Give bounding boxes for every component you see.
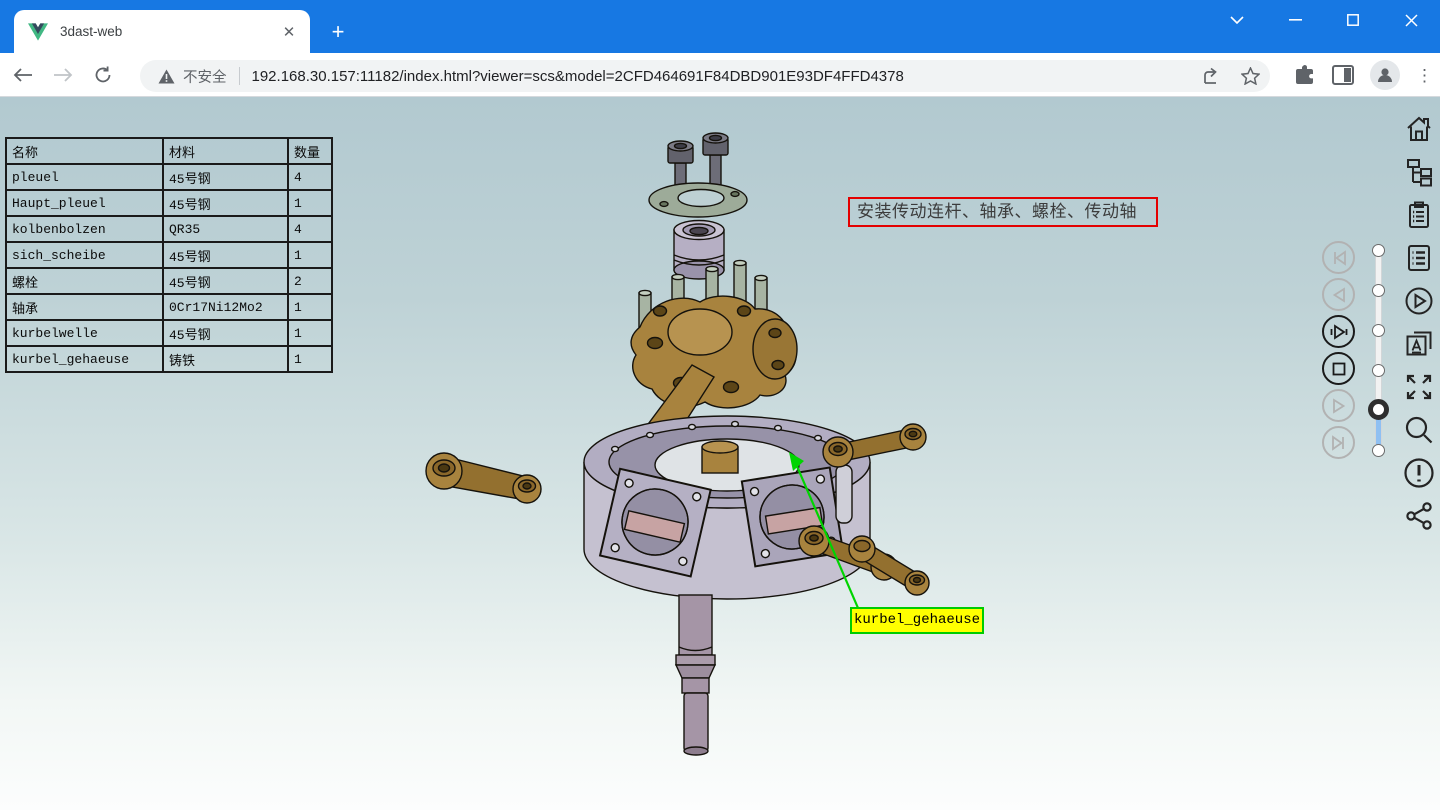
step-slider[interactable] [1366, 247, 1390, 457]
annotation-a-icon[interactable] [1401, 328, 1437, 360]
menu-kebab-icon[interactable]: ⋮ [1416, 73, 1432, 78]
drive-shaft [676, 595, 715, 755]
new-tab-button[interactable]: + [324, 18, 352, 46]
extensions-puzzle-icon[interactable] [1294, 64, 1316, 86]
titlebar: 3dast-web ✕ + [0, 0, 1440, 53]
bom-cell-qty: 1 [288, 346, 332, 372]
omnibox-divider [239, 67, 240, 85]
bom-row: 螺栓45号钢2 [6, 268, 332, 294]
bom-row: kurbel_gehaeuse铸铁1 [6, 346, 332, 372]
profile-avatar[interactable] [1370, 60, 1400, 90]
bom-cell-qty: 2 [288, 268, 332, 294]
step-annotation: 安装传动连杆、轴承、螺栓、传动轴 [848, 197, 1158, 227]
side-panel-icon[interactable] [1332, 65, 1354, 85]
forward-button[interactable] [46, 58, 80, 92]
security-chip[interactable]: 不安全 [158, 66, 227, 87]
bom-cell-qty: 4 [288, 216, 332, 242]
browser-toolbar: 不安全 192.168.30.157:11182/index.html?view… [0, 53, 1440, 97]
play-circle-icon[interactable] [1401, 285, 1437, 317]
list-icon[interactable] [1401, 242, 1437, 274]
bom-cell-qty: 1 [288, 294, 332, 320]
browser-window: 3dast-web ✕ + [0, 0, 1440, 810]
bom-cell-material: 铸铁 [163, 346, 288, 372]
slider-stop-2[interactable] [1372, 284, 1385, 297]
bom-cell-name: 轴承 [6, 294, 163, 320]
viewer-viewport: 名称 材料 数量 pleuel45号钢4 Haupt_pleuel45号钢1 k… [0, 97, 1440, 810]
bom-cell-qty: 1 [288, 190, 332, 216]
security-label: 不安全 [183, 66, 227, 87]
bom-cell-material: 45号钢 [163, 190, 288, 216]
stop-button[interactable] [1322, 352, 1355, 385]
step-forward-button[interactable] [1322, 389, 1355, 422]
bom-row: kurbelwelle45号钢1 [6, 320, 332, 346]
bookmark-star-icon[interactable] [1241, 67, 1260, 85]
bom-cell-qty: 1 [288, 320, 332, 346]
bom-cell-name: kolbenbolzen [6, 216, 163, 242]
assembly-tree-icon[interactable] [1401, 156, 1437, 188]
bom-header-row: 名称 材料 数量 [6, 138, 332, 164]
minimize-button[interactable] [1266, 0, 1324, 40]
person-icon [1375, 65, 1395, 85]
home-icon[interactable] [1401, 113, 1437, 145]
bom-cell-name: Haupt_pleuel [6, 190, 163, 216]
bom-row: Haupt_pleuel45号钢1 [6, 190, 332, 216]
reload-button[interactable] [86, 58, 120, 92]
tab-close-icon[interactable]: ✕ [278, 21, 300, 43]
skip-to-start-button[interactable] [1322, 241, 1355, 274]
zoom-search-icon[interactable] [1401, 414, 1437, 446]
close-window-button[interactable] [1382, 0, 1440, 40]
slider-stop-1[interactable] [1372, 244, 1385, 257]
bom-cell-name: kurbel_gehaeuse [6, 346, 163, 372]
bom-row: 轴承0Cr17Ni12Mo21 [6, 294, 332, 320]
bom-cell-name: pleuel [6, 164, 163, 190]
clipboard-list-icon[interactable] [1401, 199, 1437, 231]
spider-flange [631, 296, 797, 408]
bom-header-qty: 数量 [288, 138, 332, 164]
vue-logo-icon [28, 23, 48, 41]
bom-cell-material: 45号钢 [163, 242, 288, 268]
bom-table: 名称 材料 数量 pleuel45号钢4 Haupt_pleuel45号钢1 k… [5, 137, 333, 373]
address-bar[interactable]: 不安全 192.168.30.157:11182/index.html?view… [140, 60, 1270, 92]
share-network-icon[interactable] [1401, 500, 1437, 532]
bom-cell-material: 45号钢 [163, 320, 288, 346]
washer [649, 183, 747, 217]
bom-cell-qty: 1 [288, 242, 332, 268]
warning-triangle-icon [158, 69, 175, 84]
part-label-kurbel-gehaeuse[interactable]: kurbel_gehaeuse [850, 607, 984, 634]
bom-cell-material: QR35 [163, 216, 288, 242]
maximize-button[interactable] [1324, 0, 1382, 40]
bom-cell-name: kurbelwelle [6, 320, 163, 346]
url-text[interactable]: 192.168.30.157:11182/index.html?viewer=s… [252, 68, 1194, 85]
bom-header-material: 材料 [163, 138, 288, 164]
bom-cell-name: 螺栓 [6, 268, 163, 294]
slider-stop-3[interactable] [1372, 324, 1385, 337]
tab-search-chevron-icon[interactable] [1208, 0, 1266, 40]
play-step-button[interactable] [1322, 315, 1355, 348]
fit-screen-icon[interactable] [1401, 371, 1437, 403]
share-icon[interactable] [1203, 67, 1223, 85]
slider-thumb[interactable] [1368, 399, 1389, 420]
exclamation-icon[interactable] [1401, 457, 1437, 489]
skip-to-end-button[interactable] [1322, 426, 1355, 459]
bom-row: kolbenbolzenQR354 [6, 216, 332, 242]
viewer-side-toolbar [1401, 113, 1437, 532]
bom-header-name: 名称 [6, 138, 163, 164]
bom-cell-material: 0Cr17Ni12Mo2 [163, 294, 288, 320]
bom-cell-material: 45号钢 [163, 268, 288, 294]
playback-controls [1322, 241, 1358, 459]
step-back-button[interactable] [1322, 278, 1355, 311]
bom-row: pleuel45号钢4 [6, 164, 332, 190]
back-button[interactable] [6, 58, 40, 92]
browser-tab[interactable]: 3dast-web ✕ [14, 10, 310, 53]
slider-stop-6[interactable] [1372, 444, 1385, 457]
tab-title: 3dast-web [60, 24, 278, 39]
bom-row: sich_scheibe45号钢1 [6, 242, 332, 268]
bom-cell-name: sich_scheibe [6, 242, 163, 268]
bom-cell-material: 45号钢 [163, 164, 288, 190]
bom-cell-qty: 4 [288, 164, 332, 190]
slider-stop-4[interactable] [1372, 364, 1385, 377]
